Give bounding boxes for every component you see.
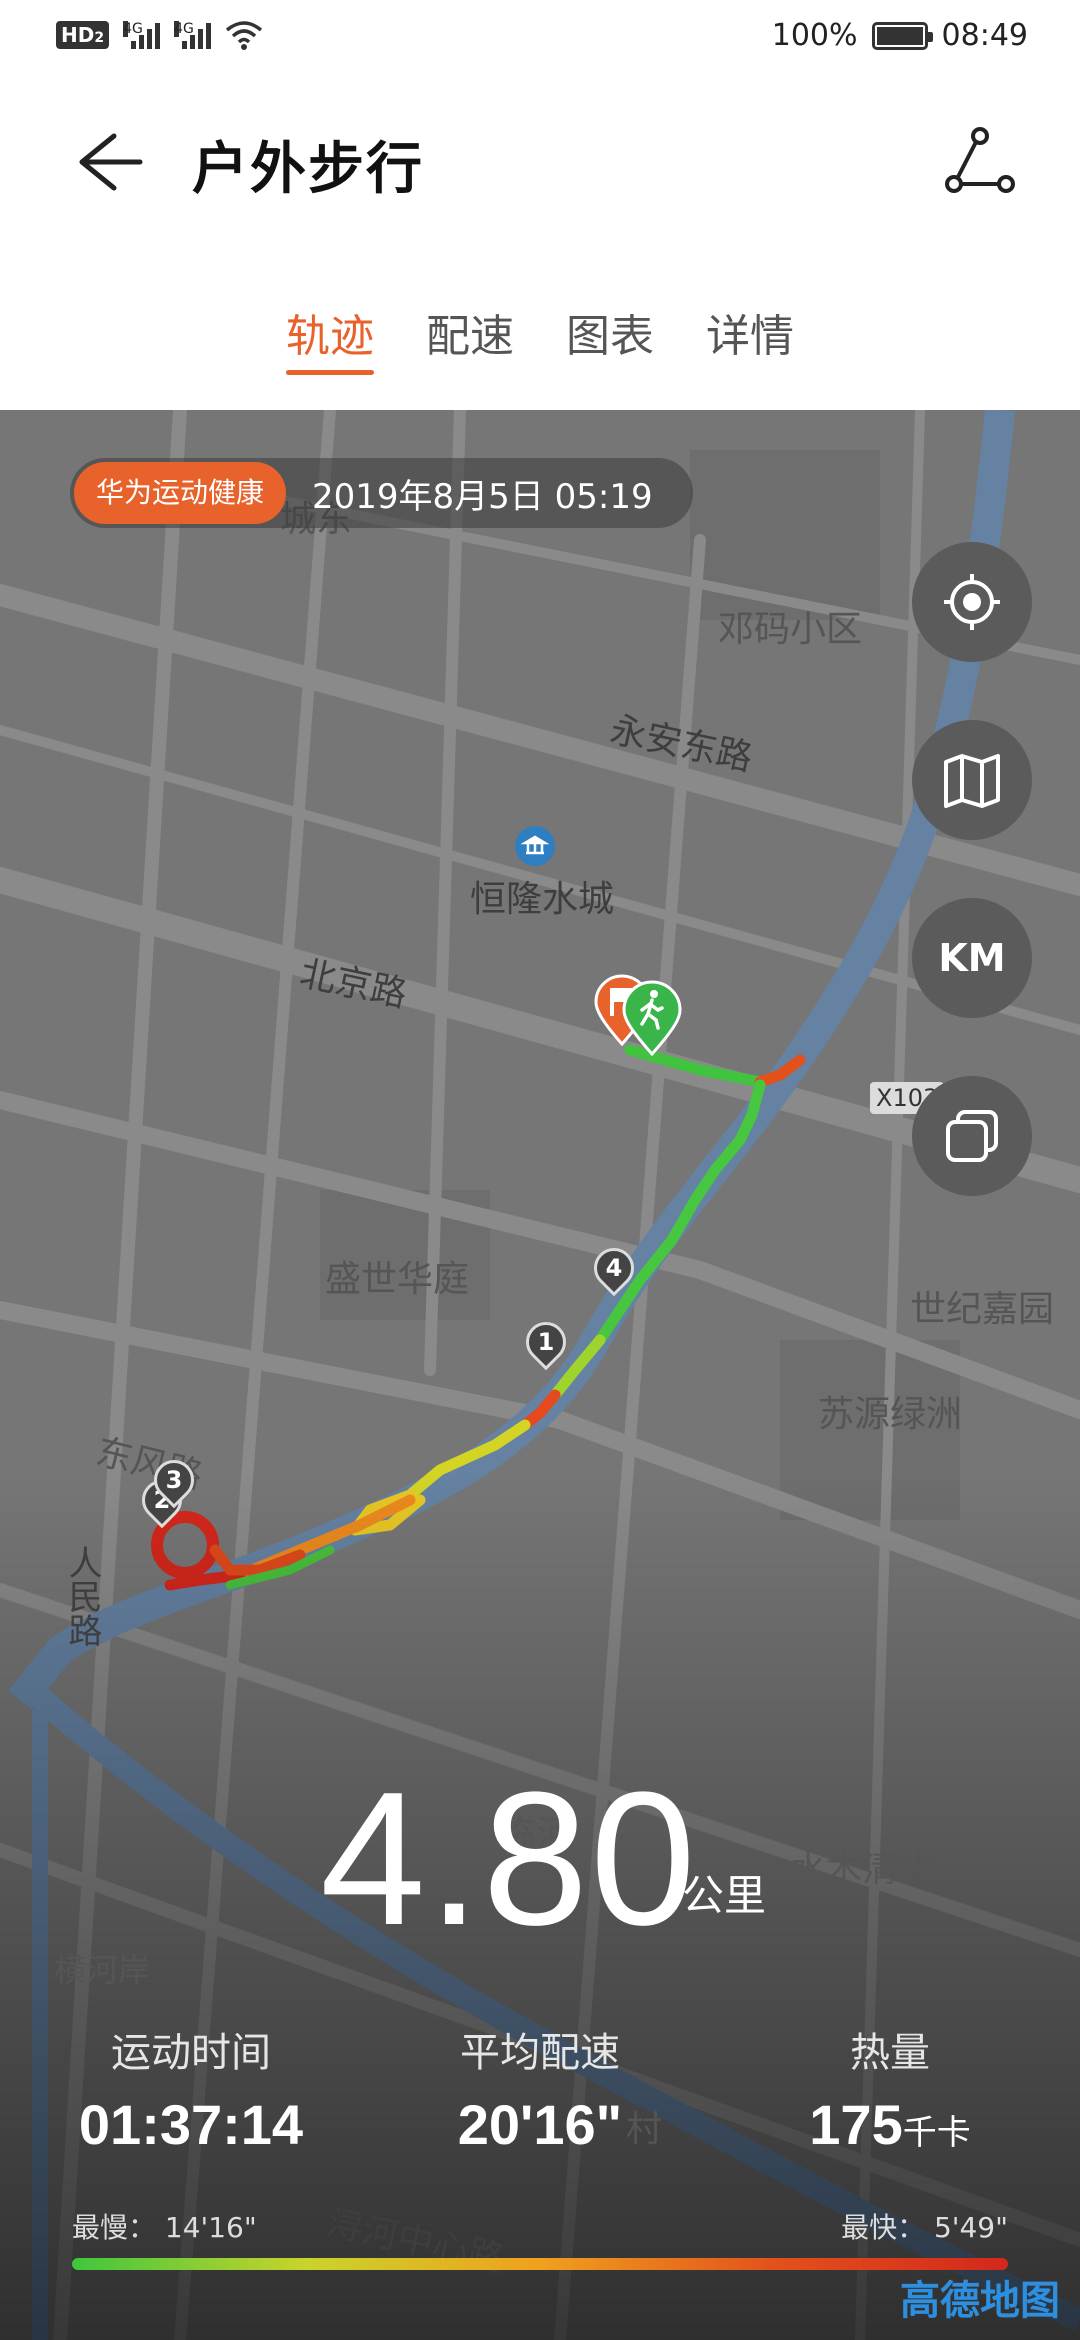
source-badge: 华为运动健康 <box>74 462 287 524</box>
map-label: 盛世华庭 <box>325 1259 470 1300</box>
signal-icon-2: 4G <box>174 21 212 49</box>
calories-value: 175千卡 <box>809 2093 971 2156</box>
calories-stat: 热量 175千卡 <box>790 2020 990 2157</box>
map-label: 恒隆水城 <box>470 879 615 920</box>
map-icon <box>944 754 1000 808</box>
map-label: 世纪嘉园 <box>910 1289 1055 1330</box>
calories-label: 热量 <box>850 2030 930 2076</box>
tab-chart[interactable]: 图表 <box>566 252 654 410</box>
clock: 08:49 <box>941 18 1028 53</box>
fastest-pace: 最快： 5'49" <box>841 2211 1008 2244</box>
workout-date: 2019年8月5日 05:19 <box>312 476 653 517</box>
distance-display: 4.80 公里 <box>320 1750 766 1968</box>
pace-label: 平均配速 <box>460 2030 620 2076</box>
pace-value: 20'16" <box>457 2093 623 2156</box>
map-type-button[interactable] <box>912 720 1032 840</box>
pace-gradient-bar <box>72 2258 1008 2270</box>
layers-button[interactable] <box>912 1076 1032 1196</box>
building-icon <box>515 826 555 866</box>
wifi-icon <box>225 21 263 50</box>
locate-button[interactable] <box>912 542 1032 662</box>
status-bar: HD2 4G 4G 100% 08:49 <box>0 0 1080 72</box>
km-marker[interactable]: 1 <box>517 1313 575 1372</box>
map-label: 人民路 <box>62 1545 102 1647</box>
distance-unit: 公里 <box>682 1871 767 1920</box>
layers-icon <box>946 1110 998 1162</box>
calories-unit: 千卡 <box>902 2114 971 2152</box>
km-marker[interactable]: 3 <box>145 1451 203 1510</box>
amap-logo: 高德地图 <box>900 2278 1060 2324</box>
app-header: 户外步行 <box>0 72 1080 252</box>
slowest-pace: 最慢： 14'16" <box>72 2211 257 2244</box>
battery-percent: 100% <box>771 18 858 53</box>
map-label: 邓码小区 <box>718 609 863 650</box>
route-icon <box>945 127 1015 193</box>
battery-icon <box>871 21 933 50</box>
source-pill: 华为运动健康 2019年8月5日 05:19 <box>70 458 693 528</box>
map-label: 水木清华 <box>790 1849 935 1890</box>
duration-value: 01:37:14 <box>78 2093 304 2156</box>
km-button[interactable]: KM <box>912 898 1032 1018</box>
route-button[interactable] <box>940 122 1020 202</box>
km-label: KM <box>938 936 1006 980</box>
signal-icon-1: 4G <box>123 21 161 49</box>
duration-stat: 运动时间 01:37:14 <box>72 2020 310 2157</box>
pace-stat: 平均配速 20'16" <box>420 2020 660 2157</box>
walker-pin-icon <box>622 980 682 1056</box>
target-icon <box>944 574 1000 630</box>
arrow-left-icon <box>79 133 143 191</box>
distance-value: 4.80 <box>320 1753 698 1965</box>
hd-badge: HD2 <box>56 21 110 49</box>
page-title: 户外步行 <box>192 137 424 202</box>
back-button[interactable] <box>70 122 150 202</box>
map-label: 横河岸 <box>54 1951 151 1989</box>
tab-bar: 轨迹 配速 图表 详情 <box>0 252 1080 410</box>
map-label: 苏源绿洲 <box>818 1394 963 1435</box>
duration-label: 运动时间 <box>111 2030 271 2076</box>
tab-track[interactable]: 轨迹 <box>286 252 374 410</box>
tab-details[interactable]: 详情 <box>706 252 794 410</box>
tab-pace[interactable]: 配速 <box>426 252 514 410</box>
km-marker[interactable]: 4 <box>585 1239 643 1298</box>
